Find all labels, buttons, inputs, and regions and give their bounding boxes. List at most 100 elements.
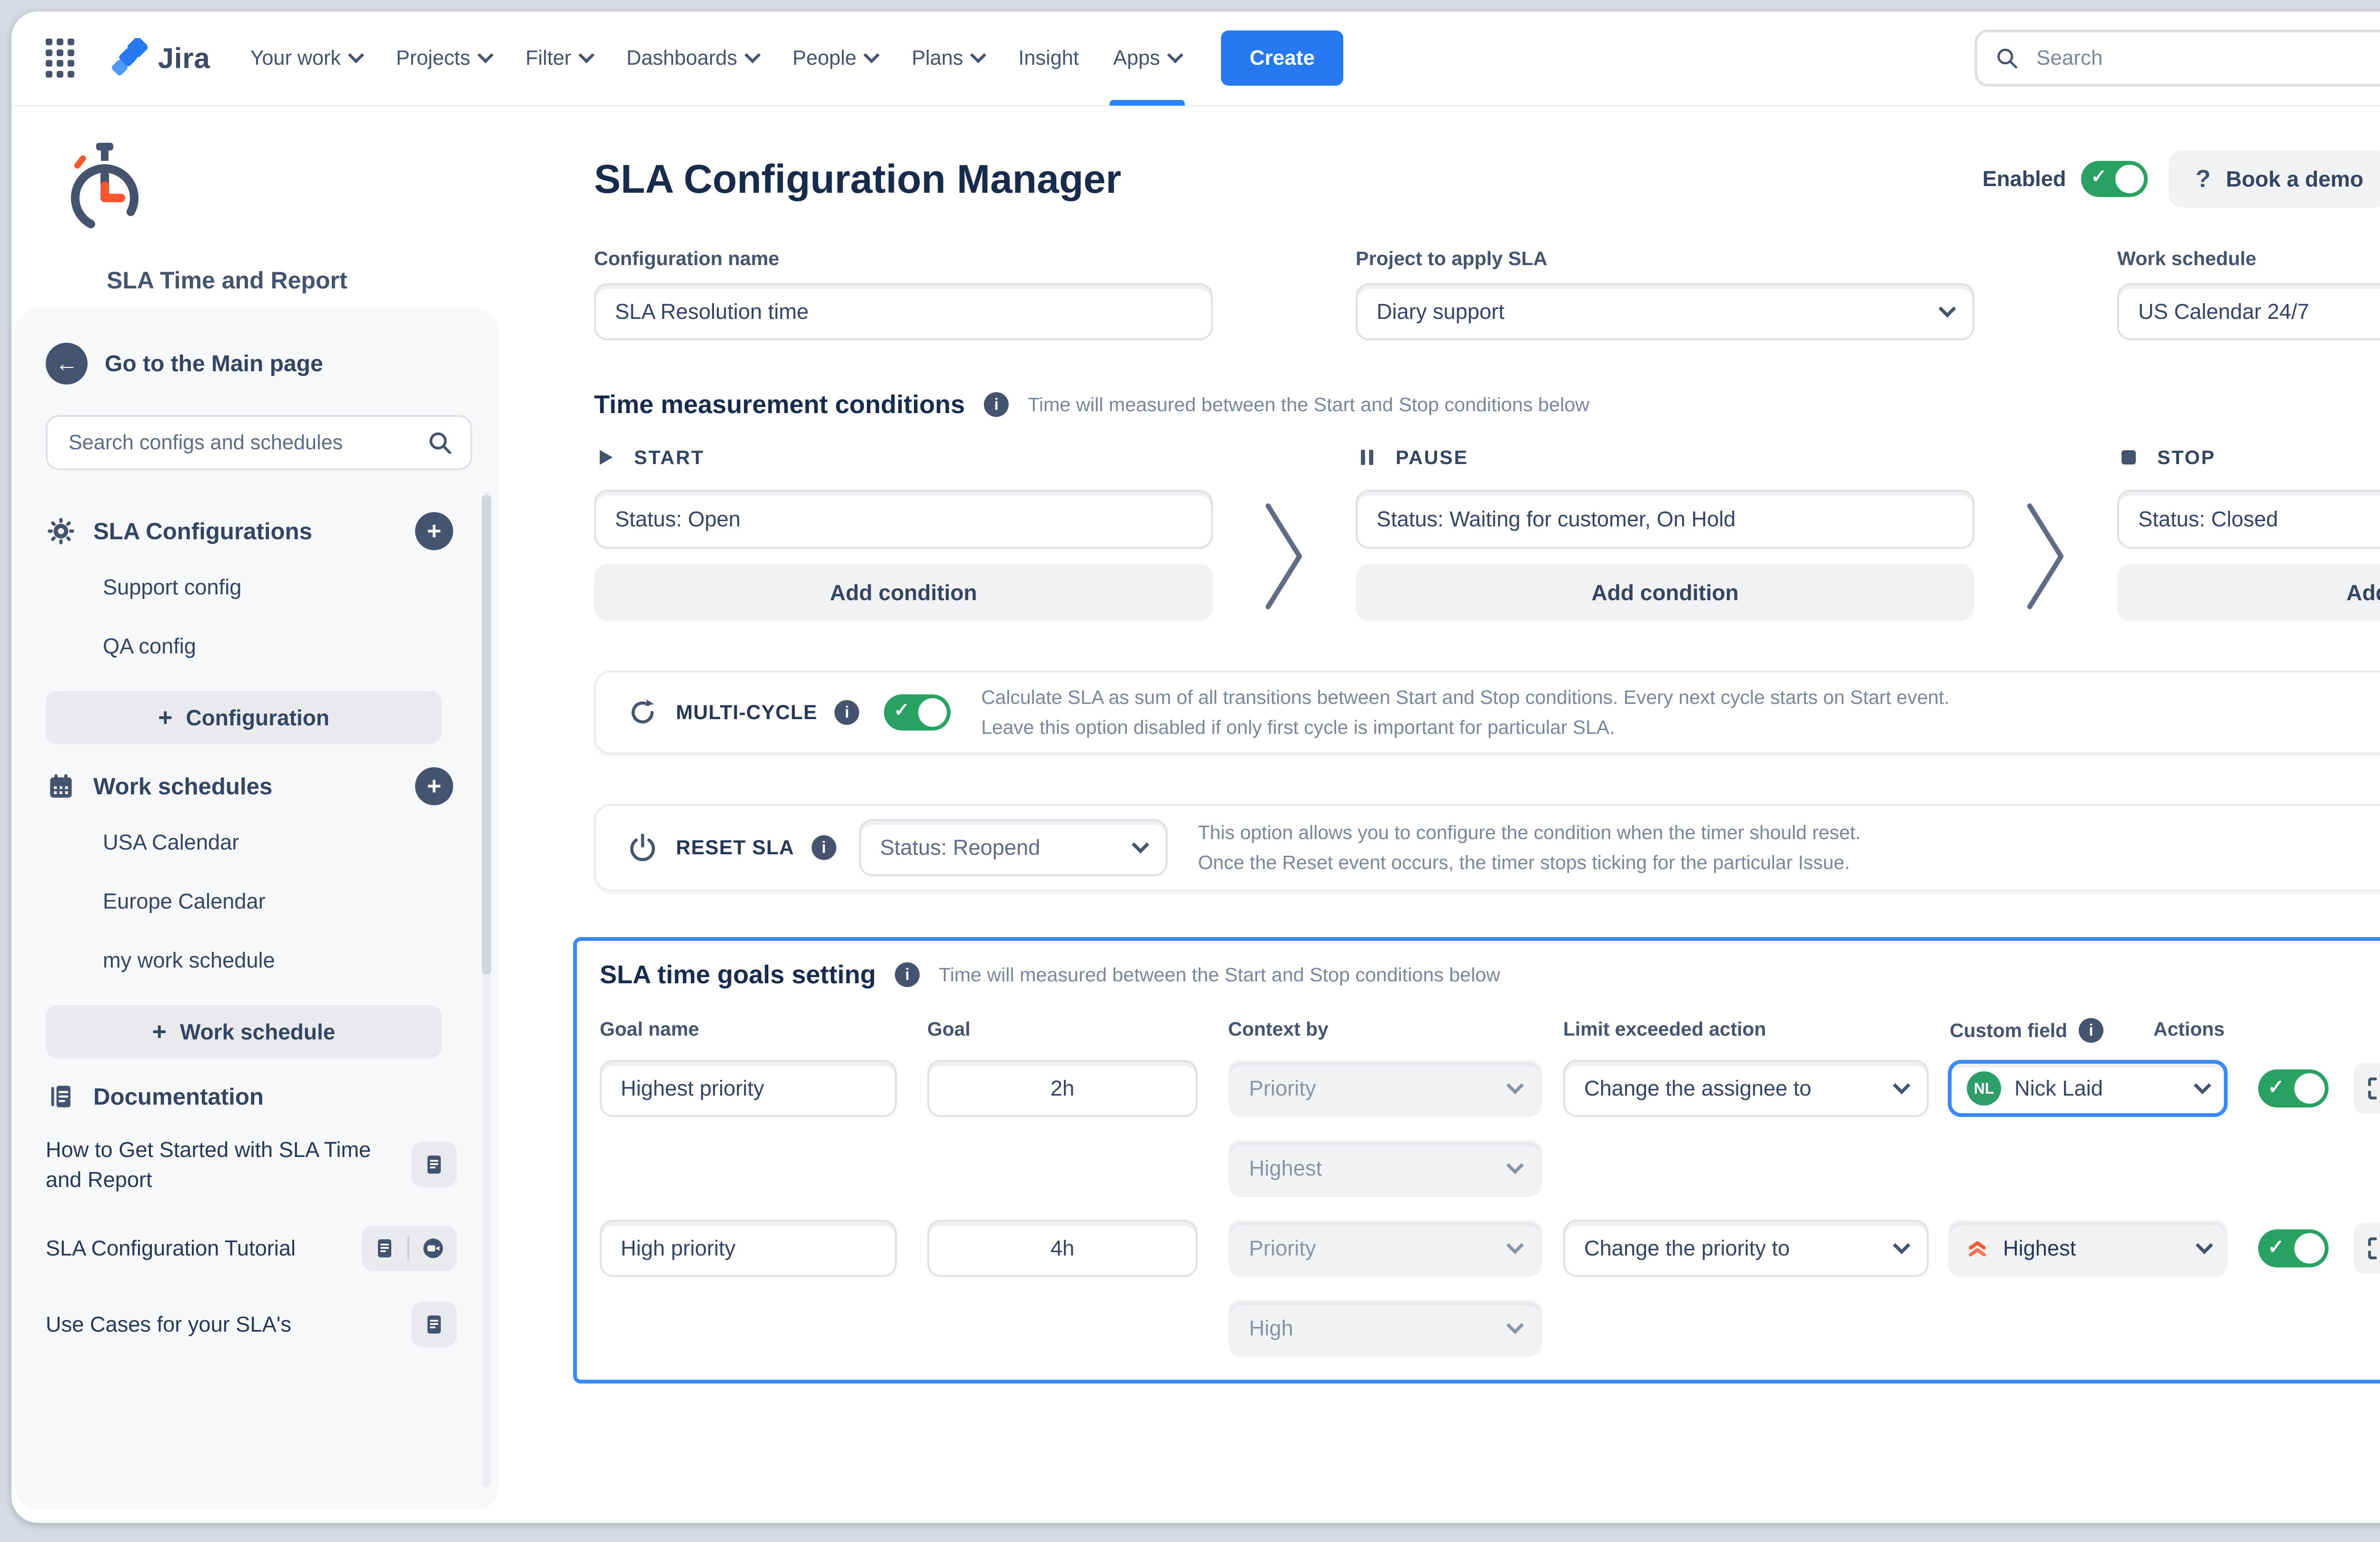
nav-item-apps[interactable]: Apps <box>1096 11 1198 106</box>
start-condition-column: START Status: Open Add condition <box>594 446 1213 621</box>
jira-logo[interactable]: Jira <box>109 38 210 78</box>
nav-item-filter[interactable]: Filter <box>508 11 609 106</box>
sidebar-scrollbar-thumb[interactable] <box>482 495 491 975</box>
sidebar-search <box>46 415 472 470</box>
nav-item-projects[interactable]: Projects <box>379 11 508 106</box>
chevron-down-icon <box>1939 300 1956 318</box>
enabled-toggle[interactable]: ✓ <box>2081 161 2148 197</box>
sidebar-search-input[interactable] <box>65 429 426 456</box>
sidebar-item-europe-calendar[interactable]: Europe Calendar <box>46 872 472 931</box>
nav-item-people[interactable]: People <box>775 11 894 106</box>
assignee-select[interactable]: NL Nick Laid <box>1948 1060 2228 1117</box>
sidebar-item-my-work-schedule[interactable]: my work schedule <box>46 931 472 990</box>
goal-name-input[interactable] <box>600 1060 897 1117</box>
pause-add-condition-button[interactable]: Add condition <box>1356 564 1974 621</box>
top-navigation: Jira Your work Projects Filter Dashboard… <box>11 11 2380 107</box>
goals-column-headers: Goal name Goal Context by Limit exceeded… <box>600 1018 2380 1043</box>
document-icon <box>423 1313 446 1336</box>
doc-video-badges[interactable] <box>362 1226 457 1271</box>
chevron-down-icon <box>2196 1237 2213 1255</box>
start-add-condition-button[interactable]: Add condition <box>594 564 1213 621</box>
flow-chevron-icon <box>1213 446 1356 621</box>
documentation-header: Documentation <box>46 1081 472 1112</box>
expand-button[interactable] <box>2353 1223 2380 1274</box>
sidebar-panel: ← Go to the Main page SLA Configurations <box>15 308 499 1510</box>
add-configuration-button[interactable]: + Configuration <box>46 691 442 744</box>
pause-condition-column: PAUSE Status: Waiting for customer, On H… <box>1356 446 1974 621</box>
create-button[interactable]: Create <box>1221 30 1343 86</box>
custom-field-toggle[interactable]: ✓ <box>2258 1069 2329 1107</box>
limit-action-select[interactable]: Change the priority to <box>1563 1220 1929 1277</box>
add-schedule-icon-button[interactable]: + <box>415 767 453 805</box>
flow-chevron-icon <box>1974 446 2117 621</box>
doc-item-use-cases[interactable]: Use Cases for your SLA's <box>46 1286 472 1363</box>
info-icon[interactable]: i <box>834 700 859 725</box>
goal-row-1: Priority Change the assignee to NL Nick … <box>600 1060 2380 1117</box>
priority-value-select[interactable]: Highest <box>1948 1220 2228 1277</box>
plus-icon: + <box>158 703 172 732</box>
sidebar-item-usa-calendar[interactable]: USA Calendar <box>46 813 472 872</box>
info-icon[interactable]: i <box>984 392 1009 417</box>
work-schedule-select[interactable]: US Calendar 24/7 <box>2117 283 2380 340</box>
stop-add-condition-button[interactable]: Add condition <box>2117 564 2380 621</box>
time-conditions-hint: Time will measured between the Start and… <box>1028 394 1589 416</box>
add-work-schedule-button[interactable]: + Work schedule <box>46 1005 442 1058</box>
goal-name-input[interactable] <box>600 1220 897 1277</box>
info-icon[interactable]: i <box>895 962 920 987</box>
chevron-down-icon <box>1507 1317 1524 1334</box>
goal-row-2: Priority Change the priority to Highest <box>600 1220 2380 1277</box>
reset-sla-card: RESET SLA i Status: Reopend This option … <box>594 804 2380 891</box>
chevron-down-icon <box>1507 1157 1524 1175</box>
expand-button[interactable] <box>2353 1063 2380 1114</box>
context-value-select[interactable]: High <box>1228 1300 1542 1357</box>
chevron-down-icon <box>1893 1077 1911 1095</box>
document-icon <box>423 1153 446 1176</box>
nav-item-dashboards[interactable]: Dashboards <box>609 11 775 106</box>
main-area: SLA Configuration Manager Enabled ✓ ? Bo… <box>510 107 2380 1521</box>
chevron-down-icon <box>1507 1077 1524 1095</box>
reset-sla-select[interactable]: Status: Reopend <box>859 819 1168 876</box>
start-condition-field[interactable]: Status: Open <box>594 490 1213 549</box>
context-value-select[interactable]: Highest <box>1228 1140 1542 1197</box>
configuration-name-input[interactable] <box>594 283 1213 340</box>
limit-action-select[interactable]: Change the assignee to <box>1563 1060 1929 1117</box>
app-switcher-icon[interactable] <box>46 39 74 78</box>
info-icon[interactable]: i <box>812 835 836 860</box>
sla-time-goals-section: SLA time goals setting i Time will measu… <box>573 937 2380 1384</box>
check-icon: ✓ <box>2268 1075 2284 1098</box>
nav-item-plans[interactable]: Plans <box>894 11 1001 106</box>
doc-item-get-started[interactable]: How to Get Started with SLA Time and Rep… <box>46 1119 472 1210</box>
search-icon <box>1994 46 2019 70</box>
doc-item-configuration-tutorial[interactable]: SLA Configuration Tutorial <box>46 1210 472 1286</box>
enabled-label: Enabled <box>1983 167 2066 191</box>
multi-cycle-toggle[interactable]: ✓ <box>884 694 951 731</box>
sidebar-item-support-config[interactable]: Support config <box>46 558 472 617</box>
chevron-down-icon <box>348 47 364 63</box>
nav-item-insight[interactable]: Insight <box>1001 11 1096 106</box>
gear-icon <box>46 516 76 546</box>
info-icon[interactable]: i <box>2079 1018 2103 1043</box>
project-select[interactable]: Diary support <box>1356 283 1974 340</box>
doc-badge[interactable] <box>411 1142 457 1187</box>
doc-badge[interactable] <box>411 1302 457 1347</box>
chevron-down-icon <box>2194 1077 2211 1095</box>
app-window: Jira Your work Projects Filter Dashboard… <box>11 11 2380 1523</box>
plus-icon: + <box>152 1018 167 1046</box>
goal-value-input[interactable] <box>927 1220 1198 1277</box>
sidebar-item-qa-config[interactable]: QA config <box>46 617 472 676</box>
context-by-select[interactable]: Priority <box>1228 1220 1542 1277</box>
stop-condition-field[interactable]: Status: Closed <box>2117 490 2380 549</box>
custom-field-toggle[interactable]: ✓ <box>2258 1229 2329 1267</box>
stop-condition-column: STOP Status: Closed Add condition <box>2117 446 2380 621</box>
book-demo-button[interactable]: ? Book a demo <box>2169 150 2380 208</box>
back-to-main-link[interactable]: ← Go to the Main page <box>46 343 472 385</box>
goal-value-input[interactable] <box>927 1060 1198 1117</box>
sla-configurations-header: SLA Configurations + <box>46 512 472 550</box>
context-by-select[interactable]: Priority <box>1228 1060 1542 1117</box>
nav-item-your-work[interactable]: Your work <box>233 11 379 106</box>
add-configuration-icon-button[interactable]: + <box>415 512 453 550</box>
pause-condition-field[interactable]: Status: Waiting for customer, On Hold <box>1356 490 1974 549</box>
reset-sla-label: RESET SLA <box>676 836 794 859</box>
jira-mark-icon <box>109 38 149 78</box>
global-search-input[interactable] <box>2033 44 2380 72</box>
